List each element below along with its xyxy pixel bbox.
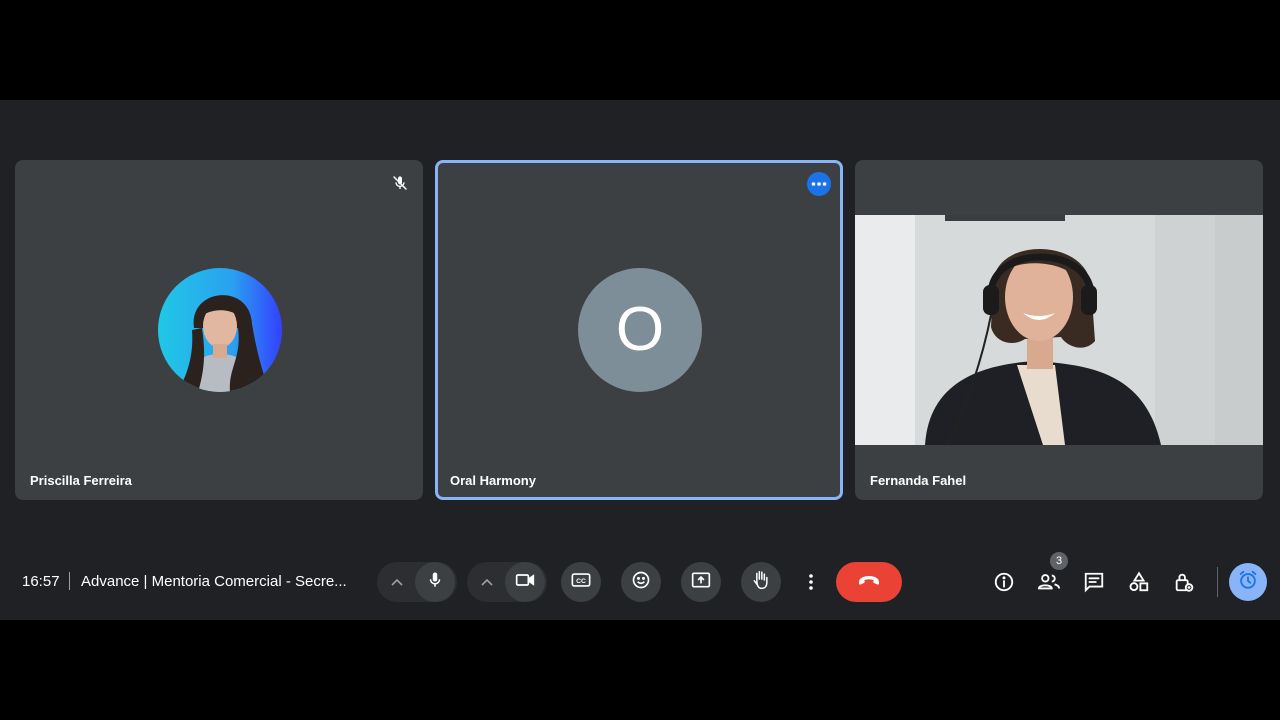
participant-name: Fernanda Fahel xyxy=(870,473,967,488)
more-options-icon[interactable] xyxy=(807,172,831,196)
svg-text:CC: CC xyxy=(576,578,586,585)
microphone-button[interactable] xyxy=(415,562,455,602)
meeting-stage: Priscilla Ferreira O Oral Harmony Fernan… xyxy=(0,100,1280,620)
timer-button[interactable] xyxy=(1229,563,1267,601)
people-icon[interactable] xyxy=(1036,569,1062,595)
people-count-badge: 3 xyxy=(1050,552,1068,570)
participant-avatar-initial: O xyxy=(578,268,702,392)
end-call-icon xyxy=(857,573,881,591)
emoji-icon xyxy=(631,570,651,595)
meeting-title: Advance | Mentoria Comercial - Secre... xyxy=(81,573,347,590)
captions-button[interactable]: CC xyxy=(561,562,601,602)
present-screen-button[interactable] xyxy=(681,562,721,602)
participant-name: Oral Harmony xyxy=(450,473,536,488)
raise-hand-icon xyxy=(751,569,771,596)
present-screen-icon xyxy=(691,571,711,594)
emoji-reactions-button[interactable] xyxy=(621,562,661,602)
participant-tile-oral-harmony[interactable]: O Oral Harmony xyxy=(435,160,843,500)
host-controls-icon[interactable] xyxy=(1171,569,1197,595)
chevron-up-icon[interactable] xyxy=(471,562,503,602)
divider xyxy=(69,572,70,590)
more-vert-icon[interactable] xyxy=(795,562,827,602)
participant-video xyxy=(855,215,1263,445)
divider xyxy=(1217,567,1218,597)
chevron-up-icon[interactable] xyxy=(381,562,413,602)
info-icon[interactable] xyxy=(991,569,1017,595)
raise-hand-button[interactable] xyxy=(741,562,781,602)
video-camera-icon xyxy=(515,572,535,593)
end-call-button[interactable] xyxy=(836,562,902,602)
camera-button[interactable] xyxy=(505,562,545,602)
chat-icon[interactable] xyxy=(1081,569,1107,595)
participant-tile-priscilla[interactable]: Priscilla Ferreira xyxy=(15,160,423,500)
microphone-icon xyxy=(426,570,444,595)
timer-icon xyxy=(1237,569,1259,596)
participant-name: Priscilla Ferreira xyxy=(30,473,132,488)
meeting-clock: 16:57 xyxy=(22,573,60,590)
captions-icon: CC xyxy=(571,572,591,593)
mic-off-icon xyxy=(392,175,408,191)
participant-avatar xyxy=(158,268,282,392)
participant-tile-fernanda[interactable]: Fernanda Fahel xyxy=(855,160,1263,500)
activities-icon[interactable] xyxy=(1126,569,1152,595)
